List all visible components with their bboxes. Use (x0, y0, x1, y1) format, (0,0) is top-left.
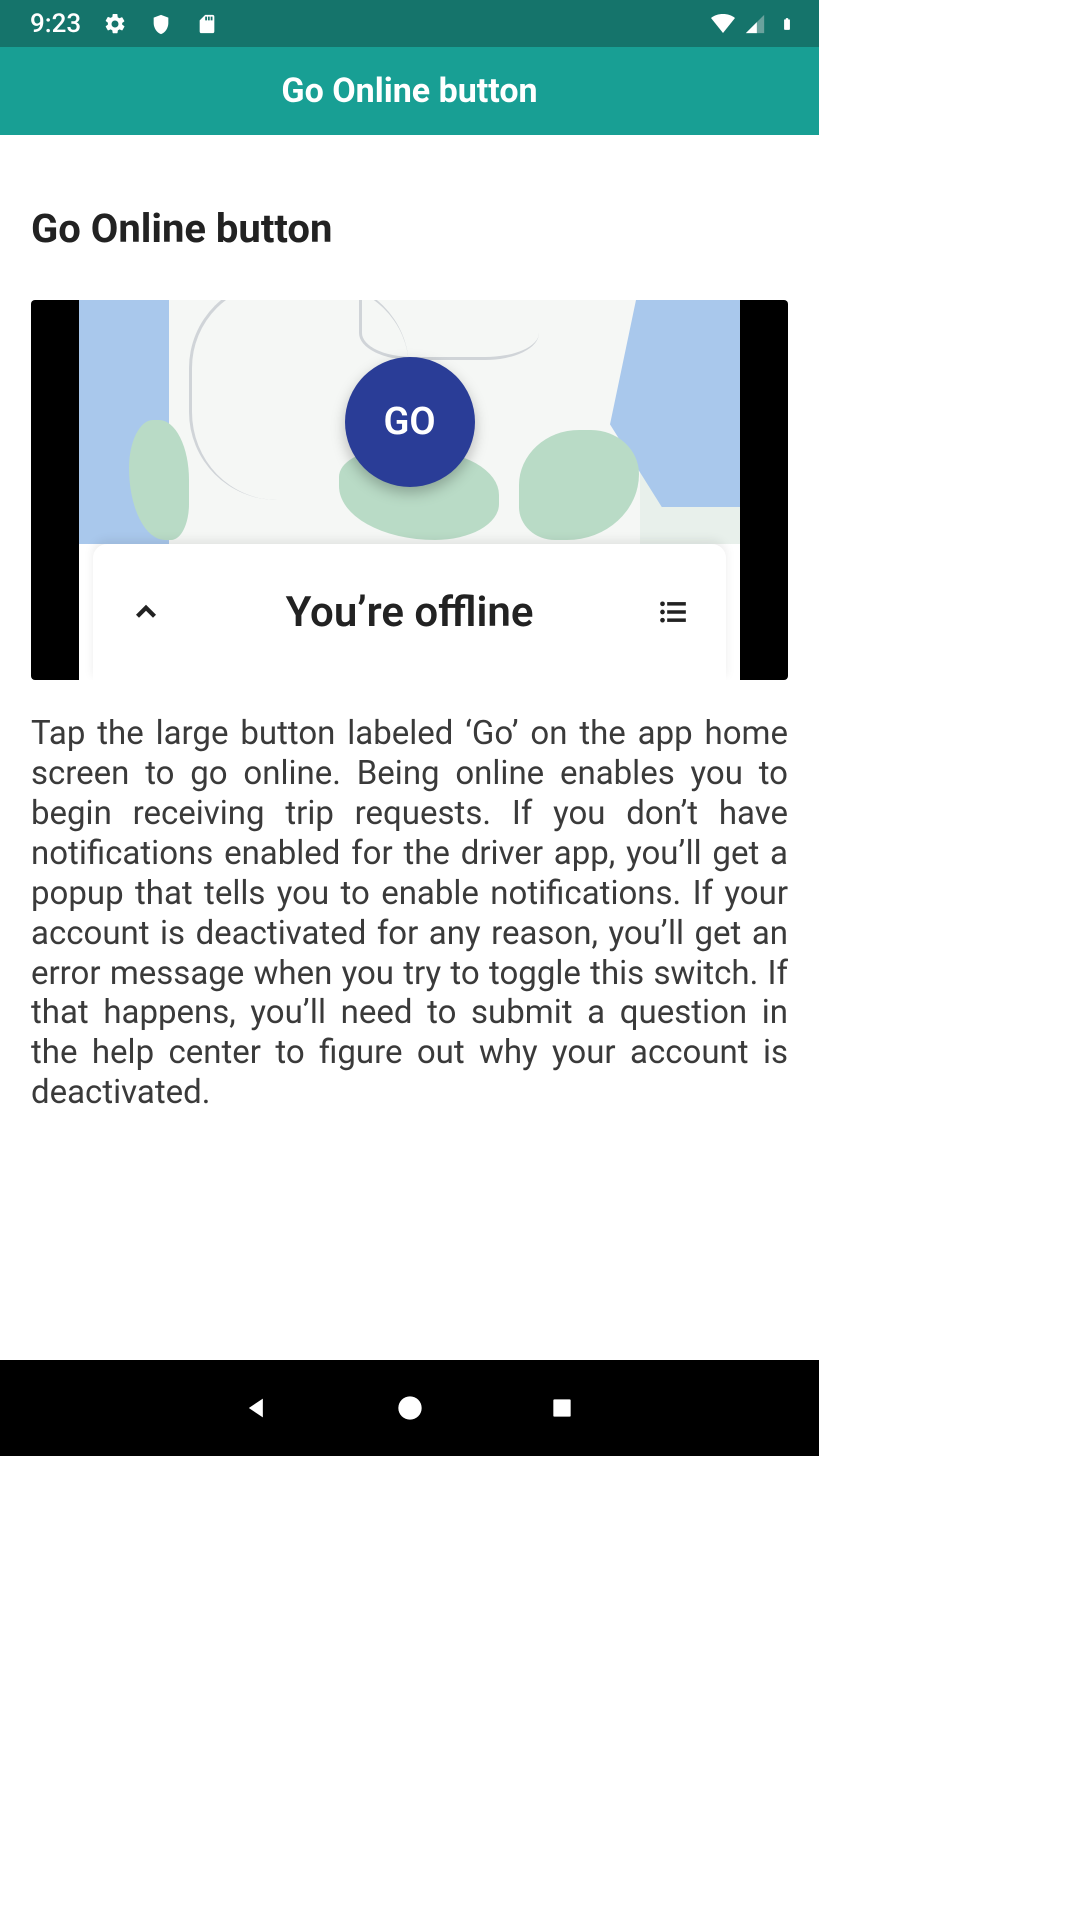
chevron-up-icon (129, 595, 163, 629)
page-title: Go Online button (31, 205, 788, 252)
status-right-group (711, 12, 799, 36)
battery-icon (775, 12, 799, 36)
shield-icon (149, 12, 173, 36)
nav-back-button[interactable] (241, 1392, 273, 1424)
phone-screen: GO You’re offline (79, 300, 740, 680)
wifi-icon (711, 12, 735, 36)
go-button: GO (345, 357, 475, 487)
nav-home-button[interactable] (394, 1392, 426, 1424)
go-button-label: GO (383, 400, 435, 444)
status-time: 9:23 (30, 9, 81, 39)
status-left-group: 9:23 (30, 9, 219, 39)
android-status-bar: 9:23 (0, 0, 819, 47)
list-icon (656, 598, 690, 626)
sd-card-icon (195, 12, 219, 36)
offline-status-label: You’re offline (286, 588, 534, 637)
app-bar-title: Go Online button (281, 71, 537, 111)
map-road (359, 300, 539, 360)
nav-recents-button[interactable] (546, 1392, 578, 1424)
app-bar: Go Online button (0, 47, 819, 135)
android-nav-bar (0, 1360, 819, 1456)
content-area: Go Online button GO You’re offlin (0, 135, 819, 1360)
map-background: GO (79, 300, 740, 544)
gear-icon (103, 12, 127, 36)
embedded-screenshot: GO You’re offline (31, 300, 788, 680)
body-paragraph: Tap the large button labeled ‘Go’ on the… (31, 714, 788, 1113)
cell-signal-icon (743, 12, 767, 36)
offline-panel: You’re offline (93, 544, 726, 680)
